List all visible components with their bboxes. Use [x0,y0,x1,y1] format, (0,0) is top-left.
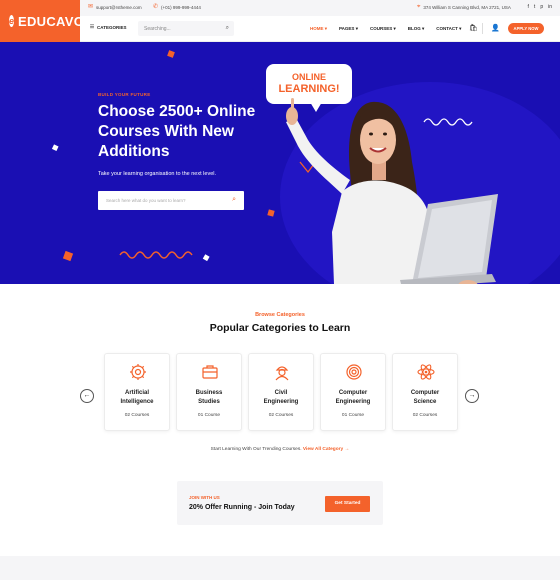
carousel-prev-button[interactable]: ← [80,389,94,403]
grid-menu-icon: ☷ [90,24,95,29]
woman-with-laptop-image [286,98,498,284]
apply-now-button[interactable]: APPLY NOW [508,23,544,34]
topbar-email-text: support@rstheme.com [96,5,142,10]
twitter-icon[interactable]: t [534,4,535,10]
offer-eyebrow: JOIN WITH US [189,495,220,500]
fingerprint-icon [346,364,362,380]
categories-eyebrow: Browse Categories [255,312,305,318]
menu-item-courses[interactable]: COURSES ▾ [370,26,396,32]
topbar-address: ⌖ 374 William S Canning Blvd, MA 2721, U… [417,4,511,10]
hero-eyebrow: BUILD YOUR FUTURE [98,92,151,97]
category-name: Computer Science [410,390,440,405]
page: e EDUCAVO ✉ support@rstheme.com ✆ (+01) … [0,0,560,580]
menu-item-blog[interactable]: BLOG ▾ [408,26,425,32]
category-name: Civil Engineering [263,390,299,405]
nav-divider [482,23,483,34]
mail-icon: ✉ [88,4,94,10]
menu-item-pages[interactable]: PAGES ▾ [339,26,358,32]
category-card-computer-engineering[interactable]: Computer Engineering 01 Course [320,353,386,431]
top-bar: ✉ support@rstheme.com ✆ (+01) 999-999-44… [80,0,560,16]
ai-gear-icon [130,364,146,380]
atom-icon [417,364,435,380]
logo-text: EDUCAVO [18,13,85,29]
category-name: Computer Engineering [335,390,371,405]
speech-line-1: ONLINE [291,72,326,82]
category-count: 02 Courses [124,413,150,418]
topbar-address-text: 374 William S Canning Blvd, MA 2721, USA [423,5,511,10]
topbar-email[interactable]: ✉ support@rstheme.com [88,4,142,10]
header-search-placeholder: Searching... [144,26,171,32]
linkedin-icon[interactable]: in [548,4,552,10]
hero-search-placeholder: Search here what do you want to learn? [106,198,186,203]
view-all-category-link[interactable]: View All Category → [303,447,349,452]
topbar-phone[interactable]: ✆ (+01) 999-999-4444 [153,4,201,10]
arrow-right-icon: → [344,447,350,452]
location-icon: ⌖ [417,4,421,10]
hero-title: Choose 2500+ Online Courses With New Add… [98,103,256,160]
categories-button[interactable]: ☷ CATEGORIES [90,24,126,30]
topbar-phone-text: (+01) 999-999-4444 [161,5,201,10]
category-card-business[interactable]: Business Studies 01 Course [176,353,242,431]
user-icon[interactable]: 👤 [491,24,500,32]
main-menu: HOME ▾ PAGES ▾ COURSES ▾ BLOG ▾ CONTACT … [310,26,461,32]
category-name: Artificial Intelligence [120,390,154,405]
categories-title: Popular Categories to Learn [209,322,351,334]
hero-search-input[interactable]: Search here what do you want to learn? ⌕ [98,191,244,210]
pinterest-icon[interactable]: p [540,4,543,10]
offer-banner: JOIN WITH US 20% Offer Running - Join To… [177,481,383,525]
header-search-input[interactable]: Searching... ⌕ [138,21,234,36]
footer-strip [0,556,560,580]
category-card-computer-science[interactable]: Computer Science 02 Courses [392,353,458,431]
logo[interactable]: e EDUCAVO [0,0,84,42]
offer-headline: 20% Offer Running - Join Today [189,504,295,511]
main-navbar: ☷ CATEGORIES Searching... ⌕ HOME ▾ PAGES… [80,16,560,42]
trending-line: Start Learning With Our Trending Courses… [0,447,560,452]
carousel-next-button[interactable]: → [465,389,479,403]
hero-search-icon[interactable]: ⌕ [232,196,236,204]
category-name: Business Studies [195,390,223,405]
phone-icon: ✆ [153,4,159,10]
engineer-icon [275,366,289,381]
category-count: 02 Courses [268,413,294,418]
menu-item-home[interactable]: HOME ▾ [310,26,327,32]
trending-text: Start Learning With Our Trending Courses… [210,447,302,452]
category-card-ai[interactable]: Artificial Intelligence 02 Courses [104,353,170,431]
category-count: 02 Courses [412,413,438,418]
category-count: 01 Course [197,413,221,418]
cart-icon[interactable]: 🛍 [469,24,478,32]
social-links: f t p in [528,4,552,10]
briefcase-icon [202,365,218,379]
hero-banner: BUILD YOUR FUTURE Choose 2500+ Online Co… [0,42,560,284]
hero-subtitle: Take your learning organisation to the n… [98,171,217,177]
menu-item-contact[interactable]: CONTACT ▾ [436,26,461,32]
logo-mark-icon: e [9,15,15,27]
get-started-button[interactable]: Get Started [325,496,370,512]
search-icon[interactable]: ⌕ [226,25,229,32]
facebook-icon[interactable]: f [528,4,529,10]
category-count: 01 Course [341,413,365,418]
category-cards: Artificial Intelligence 02 Courses Busine… [104,353,458,431]
category-card-civil[interactable]: Civil Engineering 02 Courses [248,353,314,431]
categories-label: CATEGORIES [97,24,127,30]
